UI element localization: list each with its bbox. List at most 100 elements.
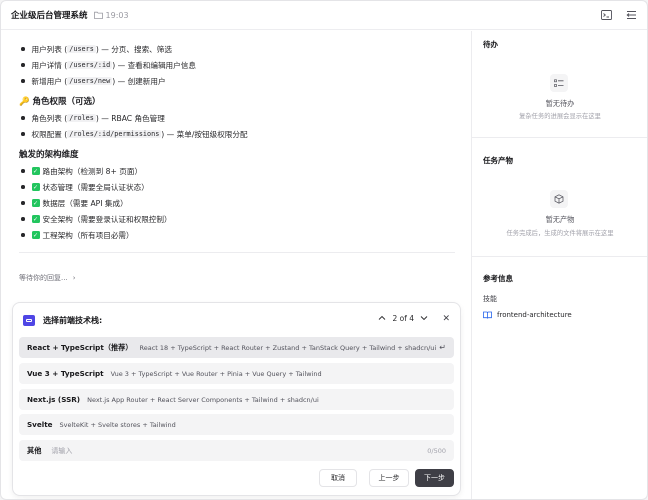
item-suffix: ) — RBAC 角色管理 [95,113,165,123]
panel-toggle-icon[interactable] [625,9,637,21]
check-icon: ✓ [31,167,40,175]
item-text: 路由架构（检测到 8+ 页面） [42,166,143,176]
next-button[interactable]: 下一步 [415,469,454,487]
skill-name: frontend-architecture [497,311,572,319]
route-code: /users [67,45,96,53]
option-desc: Next.js App Router + React Server Compon… [87,395,319,404]
bullet [21,116,25,120]
bullet [21,217,25,221]
check-icon: ✓ [31,183,40,191]
enter-icon: ↵ [439,343,446,352]
todo-title: 待办 [483,40,498,49]
skill-item[interactable]: frontend-architecture [483,311,572,319]
route-code: /users/new [67,77,113,85]
item-prefix: 角色列表 ( [31,113,68,123]
bullet [21,185,25,189]
book-icon [483,311,492,319]
reference-title: 参考信息 [483,274,513,283]
list-item: 新增用户 (/users/new) — 创建新用户 [19,73,459,89]
divider [472,256,647,257]
chevron-right-icon: › [72,274,76,282]
route-code: /roles [67,114,96,122]
option-name: Vue 3 + TypeScript [27,369,104,378]
option-svelte[interactable]: Svelte SvelteKit + Svelte stores + Tailw… [19,414,454,435]
route-code: /roles/:id/permissions [67,130,162,138]
box-icon [550,190,568,208]
list-item: 权限配置 (/roles/:id/permissions) — 菜单/按钮级权限… [19,126,459,142]
other-input[interactable] [51,446,402,455]
bullet [21,233,25,237]
item-prefix: 新增用户 ( [31,76,68,86]
list-item: 用户列表 (/users) — 分页、搜索、筛选 [19,41,459,57]
skills-label: 技能 [483,295,497,303]
option-name: React + TypeScript（推荐） [27,342,133,352]
option-desc: SvelteKit + Svelte stores + Tailwind [59,420,176,429]
chevron-up-icon[interactable] [378,314,386,323]
timestamp: 19:03 [105,10,129,20]
chevron-down-icon[interactable] [420,314,428,323]
question-title: 选择前端技术栈: [43,315,103,325]
item-suffix: ) — 查看和编辑用户信息 [112,60,196,70]
option-react[interactable]: React + TypeScript（推荐） React 18 + TypeSc… [19,337,454,358]
divider [472,137,647,138]
todo-empty-sub: 复杂任务的进展会显示在这里 [519,113,601,120]
question-icon [23,314,35,326]
option-desc: Vue 3 + TypeScript + Vue Router + Pinia … [110,369,322,378]
role-heading: 🔑 角色权限（可选） [19,96,101,107]
option-nextjs[interactable]: Next.js (SSR) Next.js App Router + React… [19,389,454,410]
bullet [21,201,25,205]
option-name: Next.js (SSR) [27,395,81,404]
item-text: 状态管理（需要全局认证状态） [42,182,149,192]
bullet [21,63,25,67]
item-text: 数据层（需要 API 集成） [42,198,128,208]
bullet [21,169,25,173]
list-item: 用户详情 (/users/:id) — 查看和编辑用户信息 [19,57,459,73]
prev-button[interactable]: 上一步 [369,469,409,487]
arch-heading: 触发的架构维度 [19,149,79,160]
other-option: 其他 0/500 [19,440,454,461]
right-sidebar: 待办 暂无待办 复杂任务的进展会显示在这里 任务产物 暂无产物 任务完成后，生成… [471,31,647,499]
item-prefix: 用户详情 ( [31,60,68,70]
option-name: Svelte [27,420,53,429]
question-card: 选择前端技术栈: 2 of 4 ✕ React + TypeScript（推荐）… [12,302,461,496]
list-item: ✓ 安全架构（需要登录认证和权限控制） [19,211,459,227]
app-window: 企业级后台管理系统 19:03 用户列表 (/users) — 分页、搜索、筛选… [0,0,648,500]
item-prefix: 权限配置 ( [31,129,68,139]
folder-icon [93,11,103,19]
other-label: 其他 [27,445,42,455]
list-item: ✓ 工程架构（所有项目必需） [19,227,459,243]
assistant-message: 用户列表 (/users) — 分页、搜索、筛选 用户详情 (/users/:i… [19,41,459,243]
list-item: ✓ 数据层（需要 API 集成） [19,195,459,211]
waiting-text: 等待你的回复... [19,274,68,282]
check-icon: ✓ [31,231,40,239]
option-vue[interactable]: Vue 3 + TypeScript Vue 3 + TypeScript + … [19,363,454,384]
cancel-button[interactable]: 取消 [319,469,357,487]
artifacts-empty: 暂无产物 [545,215,575,224]
todo-empty: 暂无待办 [545,99,575,108]
list-item: ✓ 路由架构（检测到 8+ 页面） [19,163,459,179]
waiting-status[interactable]: 等待你的回复... › [19,273,76,283]
bullet [21,132,25,136]
pager: 2 of 4 [378,314,428,323]
list-item: 角色列表 (/roles) — RBAC 角色管理 [19,110,459,126]
option-desc: React 18 + TypeScript + React Router + Z… [139,343,437,352]
item-suffix: ) — 分页、搜索、筛选 [95,44,172,54]
page-title: 企业级后台管理系统 [11,11,88,21]
chat-panel: 用户列表 (/users) — 分页、搜索、筛选 用户详情 (/users/:i… [1,31,471,499]
char-counter: 0/500 [427,446,446,455]
check-icon: ✓ [31,199,40,207]
question-header: 选择前端技术栈: 2 of 4 ✕ [23,312,450,328]
item-suffix: ) — 创建新用户 [112,76,166,86]
item-text: 工程架构（所有项目必需） [42,230,134,240]
bullet [21,79,25,83]
item-text: 安全架构（需要登录认证和权限控制） [42,214,172,224]
item-prefix: 用户列表 ( [31,44,68,54]
bullet [21,47,25,51]
close-icon[interactable]: ✕ [442,314,450,324]
artifacts-empty-sub: 任务完成后，生成的文件将展示在这里 [506,230,614,237]
artifacts-title: 任务产物 [483,156,513,165]
check-icon: ✓ [31,215,40,223]
top-bar: 企业级后台管理系统 19:03 [1,1,647,30]
terminal-icon[interactable] [600,9,612,21]
route-code: /users/:id [67,61,113,69]
